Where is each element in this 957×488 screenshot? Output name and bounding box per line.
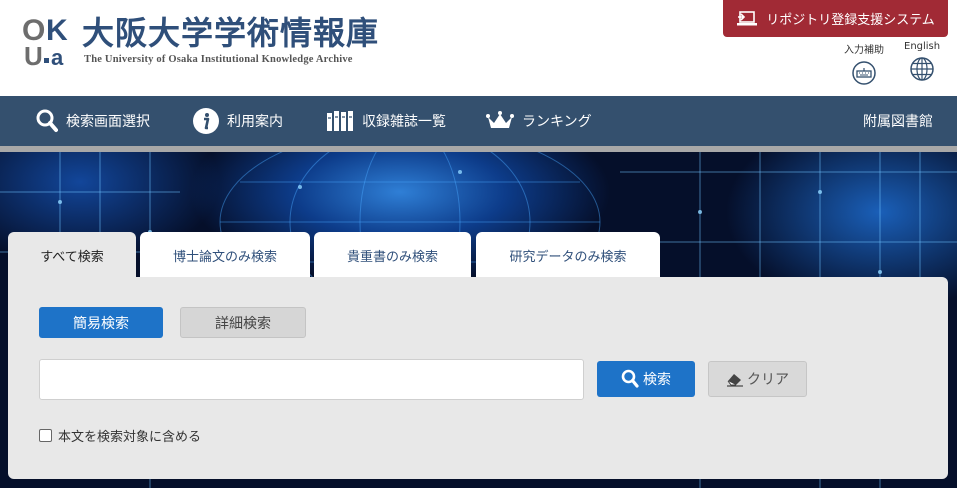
svg-text:K: K <box>46 14 68 47</box>
laptop-upload-icon <box>737 10 758 25</box>
fulltext-checkbox[interactable] <box>39 429 52 442</box>
site-header: O K U a 大阪大学学術情報庫 The University of Osak… <box>0 0 957 96</box>
nav-item-journals[interactable]: 収録雑誌一覧 <box>326 96 446 146</box>
search-input[interactable] <box>39 359 584 400</box>
nav-item-library[interactable]: 附属図書館 <box>863 96 933 146</box>
fulltext-option[interactable]: 本文を検索対象に含める <box>39 426 201 445</box>
search-button-label: 検索 <box>643 372 671 388</box>
tab-label: 研究データのみ検索 <box>509 249 627 265</box>
english-label: English <box>904 41 941 52</box>
crown-icon <box>486 111 514 128</box>
main-navigation: 検索画面選択 利用案内 収録雑誌一覧 ランキング 附属図書館 <box>0 96 957 146</box>
tab-label: すべて検索 <box>40 249 104 265</box>
tab-label: 貴重書のみ検索 <box>346 249 438 265</box>
books-icon <box>327 111 353 131</box>
nav-item-label: 利用案内 <box>227 114 283 130</box>
input-aid-button[interactable]: 入力補助 <box>844 41 884 85</box>
tab-all-search[interactable]: すべて検索 <box>8 232 136 278</box>
svg-text:U: U <box>24 41 43 66</box>
nav-library-label: 附属図書館 <box>863 114 933 130</box>
repository-registration-button[interactable]: リポジトリ登録支援システム <box>723 0 948 37</box>
fulltext-label: 本文を検索対象に含める <box>58 430 202 445</box>
search-icon <box>36 109 58 132</box>
tab-dissertation-search[interactable]: 博士論文のみ検索 <box>140 232 310 278</box>
site-subtitle: The University of Osaka Institutional Kn… <box>84 54 353 65</box>
nav-item-label: 検索画面選択 <box>66 114 150 130</box>
advanced-search-label: 詳細検索 <box>215 315 271 332</box>
globe-icon <box>910 57 934 81</box>
nav-item-search-select[interactable]: 検索画面選択 <box>36 96 150 146</box>
advanced-search-mode-button[interactable]: 詳細検索 <box>180 307 306 338</box>
logo-mark[interactable]: O K U a <box>22 14 74 71</box>
keyboard-icon <box>852 61 876 85</box>
site-title[interactable]: 大阪大学学術情報庫 <box>82 14 379 52</box>
info-icon <box>193 108 219 134</box>
simple-search-label: 簡易検索 <box>73 315 129 332</box>
svg-text:a: a <box>51 45 64 66</box>
okua-logo-icon: O K U a <box>22 14 68 71</box>
eraser-icon <box>727 374 743 387</box>
search-button[interactable]: 検索 <box>597 361 695 397</box>
english-button[interactable]: English <box>904 41 940 81</box>
simple-search-mode-button[interactable]: 簡易検索 <box>39 307 163 338</box>
clear-button[interactable]: クリア <box>708 361 807 397</box>
repository-registration-label: リポジトリ登録支援システム <box>766 13 935 28</box>
clear-button-label: クリア <box>747 372 789 388</box>
nav-item-guide[interactable]: 利用案内 <box>193 96 283 146</box>
nav-item-ranking[interactable]: ランキング <box>486 96 592 146</box>
search-icon <box>621 369 639 388</box>
tab-rare-books-search[interactable]: 貴重書のみ検索 <box>314 232 471 278</box>
nav-item-label: 収録雑誌一覧 <box>362 114 446 130</box>
input-aid-label: 入力補助 <box>844 45 884 56</box>
nav-item-label: ランキング <box>522 114 592 130</box>
tab-label: 博士論文のみ検索 <box>172 249 277 265</box>
tab-research-data-search[interactable]: 研究データのみ検索 <box>476 232 660 278</box>
